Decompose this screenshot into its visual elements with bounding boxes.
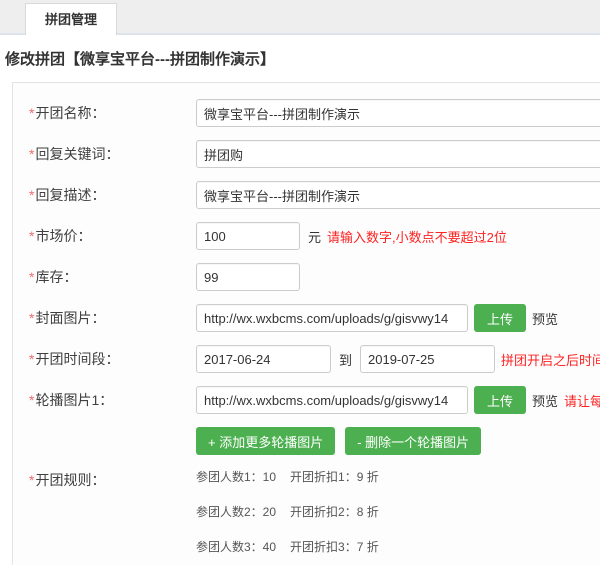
required-asterisk: *	[29, 228, 35, 244]
required-asterisk: *	[29, 472, 35, 488]
rule-discount: 开团折扣3：7 折	[290, 540, 379, 554]
date-joiner-label: 到	[339, 352, 353, 368]
field-row-name: *开团名称：	[13, 99, 600, 127]
field-label-name: *开团名称：	[29, 103, 196, 123]
cover-image-url-input[interactable]	[196, 304, 468, 332]
field-row-time-range: *开团时间段： 到 拼团开启之后时间段	[13, 345, 600, 373]
tab-group-buy-management[interactable]: 拼团管理	[25, 3, 118, 35]
start-date-input[interactable]	[196, 345, 331, 373]
carousel-buttons-row: + 添加更多轮播图片 - 删除一个轮播图片	[13, 427, 600, 455]
field-label-keyword: *回复关键词：	[29, 144, 196, 164]
field-row-keyword: *回复关键词：	[13, 140, 600, 168]
rule-people: 参团人数2：20	[196, 505, 277, 519]
field-label-text: 市场价：	[35, 228, 92, 244]
field-label-text: 轮播图片1：	[35, 392, 114, 408]
field-label-text: 开团名称：	[35, 105, 106, 121]
field-label-time-range: *开团时间段：	[29, 349, 196, 369]
field-label-text: 开团时间段：	[35, 351, 120, 367]
required-asterisk: *	[29, 392, 35, 408]
rule-people: 参团人数3：40	[196, 540, 277, 554]
field-label-text: 回复描述：	[35, 187, 106, 203]
required-asterisk: *	[29, 187, 35, 203]
field-row-rules: *开团规则： 参团人数1：10 开团折扣1：9 折 参团人数2：20 开团折扣2：8…	[13, 468, 600, 565]
field-label-text: 库存：	[35, 269, 78, 285]
add-carousel-button[interactable]: + 添加更多轮播图片	[196, 427, 336, 455]
required-asterisk: *	[29, 105, 35, 121]
page-title: 修改拼团【微享宝平台---拼团制作演示】	[5, 51, 275, 68]
field-label-cover: *封面图片：	[29, 308, 196, 328]
rule-line-2: 参团人数2：20 开团折扣2：8 折	[196, 506, 379, 519]
field-row-cover: *封面图片： 上传 预览	[13, 304, 600, 332]
carousel1-url-input[interactable]	[196, 386, 468, 414]
field-row-carousel1: *轮播图片1： 上传 预览 请让每个轮播图	[13, 386, 600, 414]
market-price-input[interactable]	[196, 222, 300, 250]
group-name-input[interactable]	[196, 99, 600, 127]
field-label-carousel1: *轮播图片1：	[29, 390, 196, 410]
form-panel: *开团名称： *回复关键词： *回复描述： *市场价： 元 请输入数字,小数点不…	[12, 82, 600, 565]
cover-upload-button[interactable]: 上传	[474, 304, 527, 332]
field-label-rules: *开团规则：	[29, 468, 196, 490]
field-label-desc: *回复描述：	[29, 185, 196, 205]
reply-keyword-input[interactable]	[196, 140, 600, 168]
field-label-stock: *库存：	[29, 267, 196, 287]
price-unit-label: 元	[308, 229, 322, 245]
field-row-price: *市场价： 元 请输入数字,小数点不要超过2位	[13, 222, 600, 250]
price-hint-text: 请输入数字,小数点不要超过2位	[327, 229, 507, 245]
rule-line-1: 参团人数1：10 开团折扣1：9 折	[196, 471, 379, 484]
field-label-price: *市场价：	[29, 226, 196, 246]
remove-carousel-button[interactable]: - 删除一个轮播图片	[345, 427, 482, 455]
carousel1-upload-button[interactable]: 上传	[474, 386, 527, 414]
required-asterisk: *	[29, 310, 35, 326]
rule-discount: 开团折扣1：9 折	[290, 470, 379, 484]
carousel1-hint-text: 请让每个轮播图	[564, 393, 600, 409]
field-row-desc: *回复描述：	[13, 181, 600, 209]
rule-line-3: 参团人数3：40 开团折扣3：7 折	[196, 541, 379, 554]
required-asterisk: *	[29, 351, 35, 367]
field-label-text: 开团规则：	[35, 472, 106, 488]
cover-preview-link[interactable]: 预览	[532, 309, 558, 328]
rule-people: 参团人数1：10	[196, 470, 277, 484]
required-asterisk: *	[29, 269, 35, 285]
field-label-text: 封面图片：	[35, 310, 106, 326]
reply-desc-input[interactable]	[196, 181, 600, 209]
end-date-input[interactable]	[360, 345, 496, 373]
rules-list: 参团人数1：10 开团折扣1：9 折 参团人数2：20 开团折扣2：8 折 参团人数…	[196, 468, 379, 565]
required-asterisk: *	[29, 146, 35, 162]
time-range-hint-text: 拼团开启之后时间段	[501, 352, 600, 368]
field-row-stock: *库存：	[13, 263, 600, 291]
field-label-text: 回复关键词：	[35, 146, 120, 162]
tab-bar: 拼团管理	[0, 0, 600, 35]
stock-input[interactable]	[196, 263, 300, 291]
rule-discount: 开团折扣2：8 折	[290, 505, 379, 519]
carousel1-preview-link[interactable]: 预览	[532, 391, 558, 410]
